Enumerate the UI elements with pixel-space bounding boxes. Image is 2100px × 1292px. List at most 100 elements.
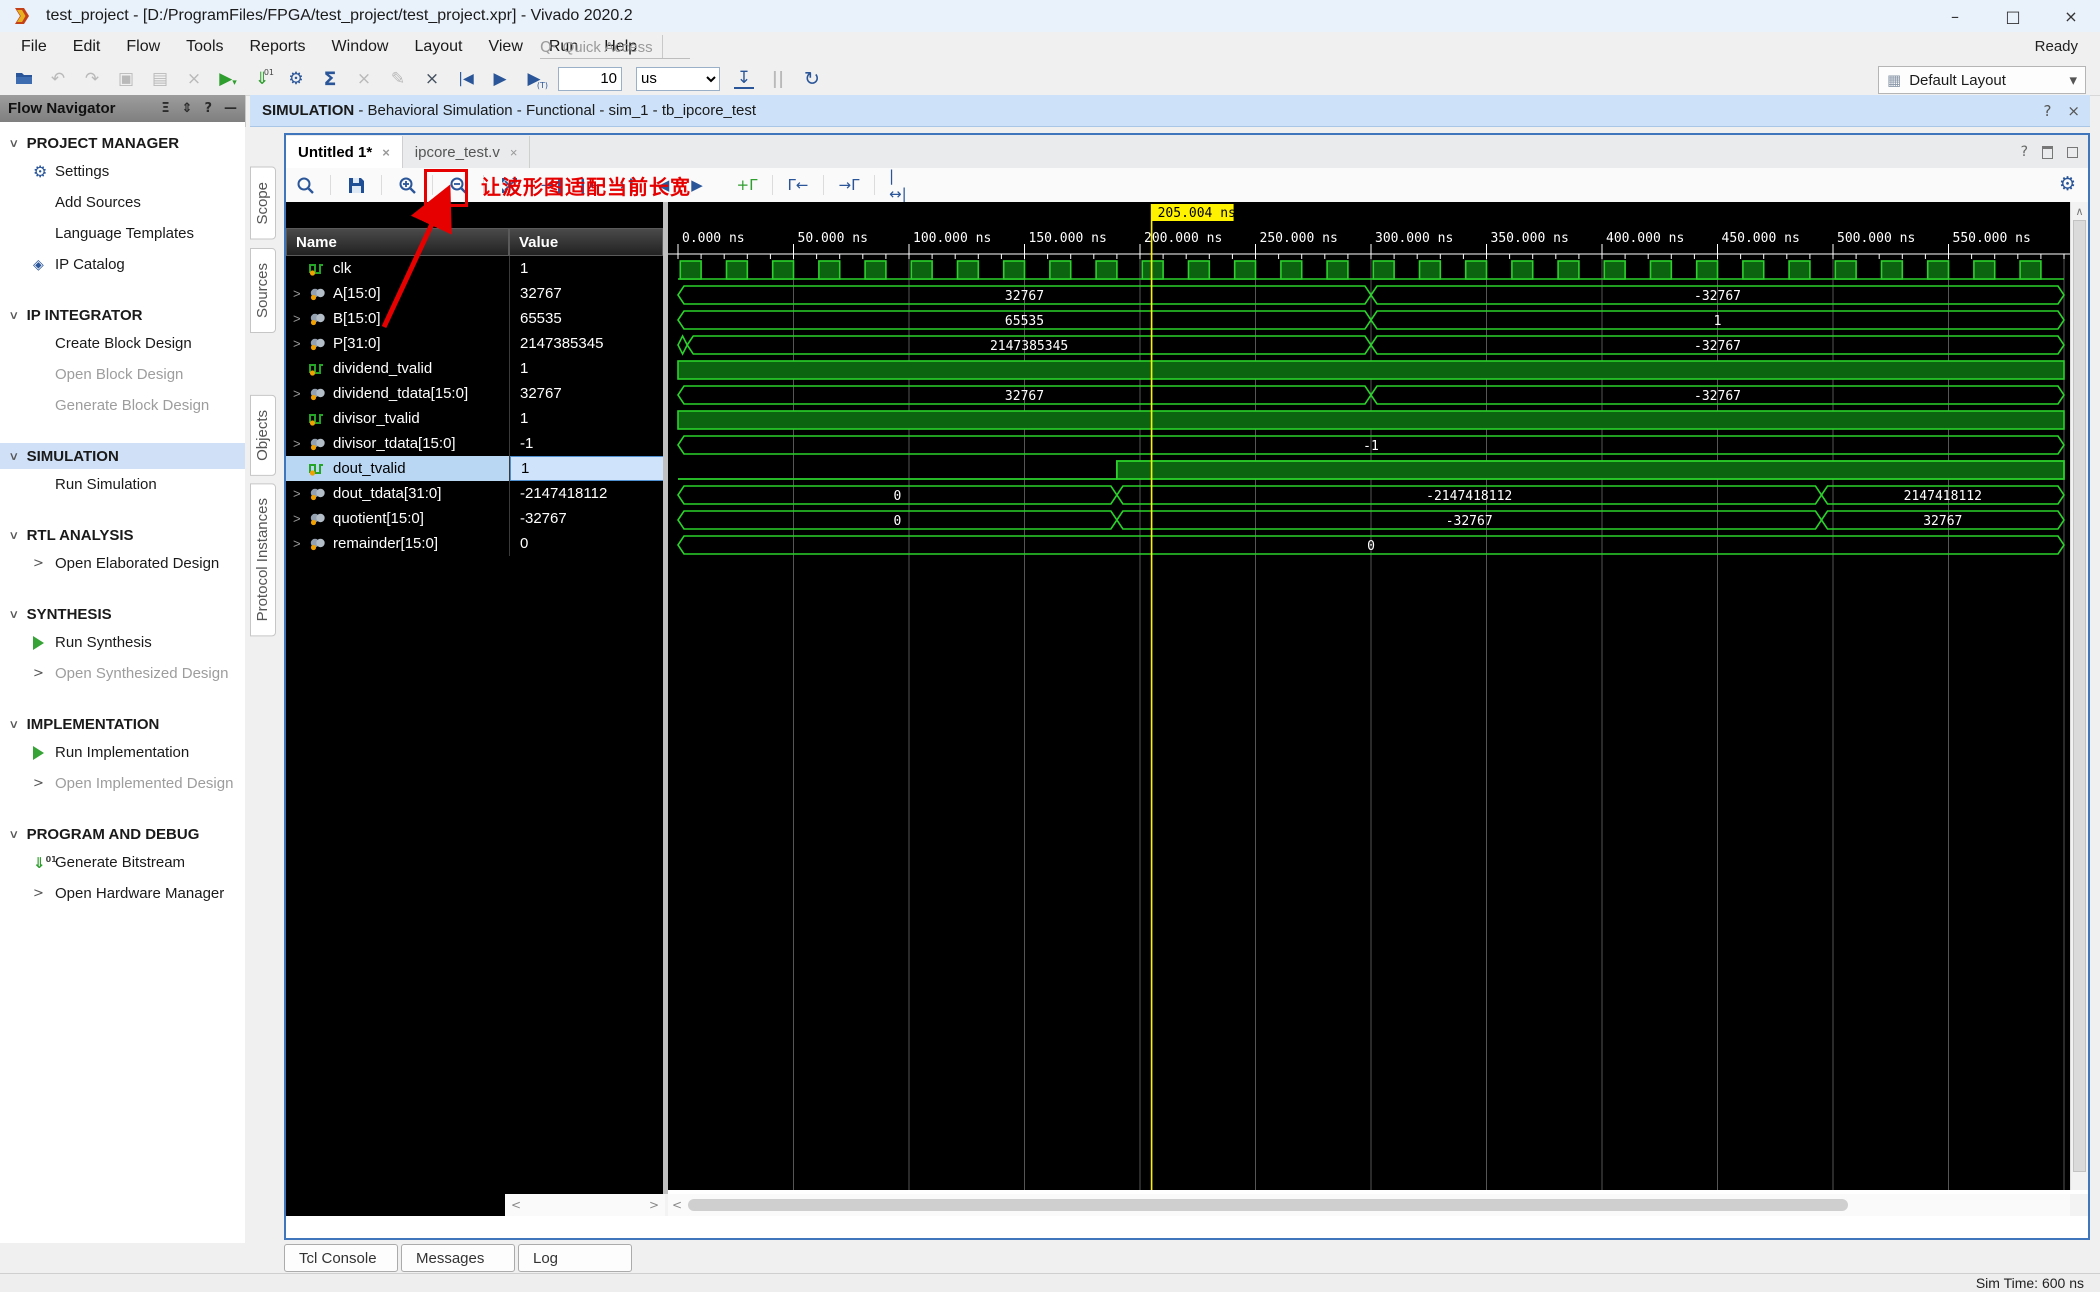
sidebar-item-run-synthesis[interactable]: Run Synthesis (0, 627, 245, 658)
signal-value-P-31-0-[interactable]: 2147385345 (510, 331, 664, 356)
expand-chevron-icon[interactable]: > (286, 536, 309, 551)
sidebar-item-open-hardware-manager[interactable]: > Open Hardware Manager (0, 878, 245, 909)
expand-chevron-icon[interactable]: > (286, 511, 309, 526)
signal-value-dout-tdata-31-0-[interactable]: -2147418112 (510, 481, 664, 506)
scroll-left-icon[interactable]: < (672, 1198, 682, 1212)
help-icon[interactable]: ? (2021, 144, 2028, 160)
sim-pause-icon[interactable]: || (768, 68, 788, 90)
signal-row-divisor-tvalid[interactable]: divisor_tvalid (286, 406, 509, 431)
next-marker-icon[interactable]: →Γ (838, 174, 860, 196)
signal-value-dividend-tvalid[interactable]: 1 (510, 356, 664, 381)
undo-icon[interactable]: ↶ (48, 68, 68, 90)
signal-row-dividend-tdata-15-0-[interactable]: > dividend_tdata[15:0] (286, 381, 509, 406)
search-input[interactable]: Q· Quick Access (540, 36, 690, 59)
sidebar-item-open-synthesized-design[interactable]: > Open Synthesized Design (0, 658, 245, 689)
signal-value-clk[interactable]: 1 (510, 256, 664, 281)
signal-value-B-15-0-[interactable]: 65535 (510, 306, 664, 331)
open-folder-icon[interactable] (14, 68, 34, 90)
expand-chevron-icon[interactable]: > (286, 286, 309, 301)
scroll-right-icon[interactable]: > (649, 1198, 659, 1212)
close-icon[interactable]: × (382, 145, 390, 160)
bottom-tab-messages[interactable]: Messages (401, 1244, 515, 1272)
signal-value-dividend-tdata-15-0-[interactable]: 32767 (510, 381, 664, 406)
menu-item-flow[interactable]: Flow (113, 34, 173, 60)
signal-row-dout-tvalid[interactable]: dout_tvalid (286, 456, 509, 481)
signal-value-divisor-tdata-15-0-[interactable]: -1 (510, 431, 664, 456)
generate-bitstream-icon[interactable]: ⇓ 01 (252, 68, 274, 90)
wave-scroll-track[interactable]: < (668, 1194, 2070, 1216)
minimize-panel-icon[interactable]: — (224, 101, 237, 116)
signal-value-quotient-15-0-[interactable]: -32767 (510, 506, 664, 531)
close-view-icon[interactable]: × (2067, 102, 2080, 120)
sidebar-section-implementation[interactable]: > IMPLEMENTATION (0, 711, 245, 737)
value-column-header[interactable]: Value (509, 228, 663, 256)
signal-value-divisor-tvalid[interactable]: 1 (510, 406, 664, 431)
bottom-tab-tcl-console[interactable]: Tcl Console (284, 1244, 398, 1272)
menu-item-tools[interactable]: Tools (173, 34, 236, 60)
sidebar-item-settings[interactable]: ⚙ Settings (0, 156, 245, 187)
menu-item-window[interactable]: Window (319, 34, 402, 60)
expand-all-icon[interactable]: ⇕ (182, 101, 193, 116)
delete-icon[interactable]: × (184, 68, 204, 90)
wave-vertical-scrollbar[interactable]: ∧ (2070, 202, 2088, 1190)
prev-marker-icon[interactable]: Γ← (787, 174, 809, 196)
sidebar-item-language-templates[interactable]: Language Templates (0, 218, 245, 249)
menu-item-edit[interactable]: Edit (60, 34, 114, 60)
menu-item-view[interactable]: View (475, 34, 535, 60)
sidebar-item-add-sources[interactable]: Add Sources (0, 187, 245, 218)
bottom-tab-log[interactable]: Log (518, 1244, 632, 1272)
wave-settings-gear-icon[interactable]: ⚙ (2059, 173, 2076, 195)
layout-selector[interactable]: ▦ Default Layout ▾ (1878, 66, 2086, 94)
sidebar-item-create-block-design[interactable]: Create Block Design (0, 328, 245, 359)
sidebar-item-ip-catalog[interactable]: ◈ IP Catalog (0, 249, 245, 280)
runtime-input[interactable] (558, 66, 622, 91)
close-button[interactable]: × (2042, 0, 2100, 32)
side-tab-objects[interactable]: Objects (250, 394, 276, 476)
signal-row-dout-tdata-31-0-[interactable]: > dout_tdata[31:0] (286, 481, 509, 506)
scroll-left-icon[interactable]: < (511, 1198, 521, 1212)
runtime-unit-select[interactable]: us (636, 66, 720, 91)
sidebar-section-program-and-debug[interactable]: > PROGRAM AND DEBUG (0, 821, 245, 847)
sidebar-section-simulation[interactable]: > SIMULATION (0, 443, 245, 469)
menu-item-file[interactable]: File (8, 34, 60, 60)
menu-item-reports[interactable]: Reports (237, 34, 319, 60)
sim-run-for-icon[interactable]: ▶ (T) (524, 68, 548, 90)
expand-chevron-icon[interactable]: > (286, 386, 309, 401)
help-icon[interactable]: ? (204, 101, 212, 116)
signal-value-A-15-0-[interactable]: 32767 (510, 281, 664, 306)
menu-item-layout[interactable]: Layout (401, 34, 475, 60)
side-tab-scope[interactable]: Scope (250, 167, 276, 240)
sidebar-item-open-block-design[interactable]: Open Block Design (0, 359, 245, 390)
copy-icon[interactable]: ▣ (116, 68, 136, 90)
signal-value-dout-tvalid[interactable]: 1 (510, 456, 664, 481)
vertical-scroll-thumb[interactable] (2073, 220, 2086, 1172)
signal-row-quotient-15-0-[interactable]: > quotient[15:0] (286, 506, 509, 531)
sidebar-section-ip-integrator[interactable]: > IP INTEGRATOR (0, 302, 245, 328)
doc-tab-ipcore-test-v[interactable]: ipcore_test.v × (403, 136, 531, 168)
swap-cursor-icon[interactable]: |↔| (889, 167, 911, 203)
signal-value-remainder-15-0-[interactable]: 0 (510, 531, 664, 556)
run-icon[interactable]: ▶ ▾ (218, 68, 238, 90)
cancel-icon[interactable]: × (354, 68, 374, 90)
minimize-button[interactable]: – (1926, 0, 1984, 32)
sim-step-icon[interactable]: ↧ (734, 68, 754, 89)
add-marker-icon[interactable]: +Γ (736, 174, 758, 196)
sim-restart-icon[interactable]: |◀ (456, 68, 476, 90)
maximize-button[interactable]: □ (1984, 0, 2042, 32)
signal-row-dividend-tvalid[interactable]: dividend_tvalid (286, 356, 509, 381)
sidebar-item-generate-bitstream[interactable]: ⇓01 Generate Bitstream (0, 847, 245, 878)
side-tab-sources[interactable]: Sources (250, 247, 276, 333)
maximize-panel-icon[interactable] (2067, 146, 2078, 158)
float-window-icon[interactable] (2042, 145, 2053, 159)
sidebar-section-synthesis[interactable]: > SYNTHESIS (0, 601, 245, 627)
sidebar-item-open-elaborated-design[interactable]: > Open Elaborated Design (0, 548, 245, 579)
sim-run-all-icon[interactable]: ▶ (490, 68, 510, 90)
scroll-up-icon[interactable]: ∧ (2071, 202, 2088, 218)
side-tab-protocol-instances[interactable]: Protocol Instances (250, 483, 276, 637)
signal-row-divisor-tdata-15-0-[interactable]: > divisor_tdata[15:0] (286, 431, 509, 456)
signal-row-remainder-15-0-[interactable]: > remainder[15:0] (286, 531, 509, 556)
expand-chevron-icon[interactable]: > (286, 486, 309, 501)
sigma-icon[interactable]: Σ (320, 68, 340, 90)
expand-chevron-icon[interactable]: > (286, 336, 309, 351)
redo-icon[interactable]: ↷ (82, 68, 102, 90)
